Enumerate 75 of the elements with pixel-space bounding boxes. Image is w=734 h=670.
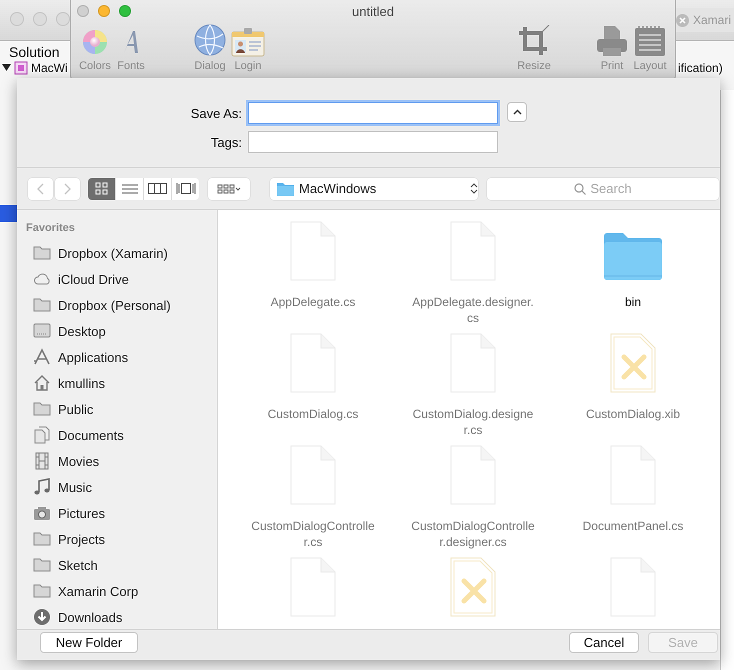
id-card-icon: [231, 27, 265, 57]
grid-view-icon: [95, 182, 108, 195]
folder-icon: [33, 582, 51, 600]
view-mode-button[interactable]: [172, 178, 199, 200]
window-control-icon[interactable]: [10, 12, 24, 26]
view-mode-button[interactable]: [116, 178, 143, 200]
sidebar-item[interactable]: Music: [17, 474, 217, 500]
save-as-label: Save As:: [190, 106, 242, 120]
arrange-button[interactable]: [208, 178, 250, 200]
folder-icon: [33, 556, 51, 574]
save-as-field[interactable]: [248, 102, 498, 124]
project-icon: [14, 61, 28, 75]
camera-icon: [33, 504, 51, 522]
sidebar-item[interactable]: Xamarin Corp: [17, 578, 217, 604]
sidebar-item[interactable]: Dropbox (Personal): [17, 292, 217, 318]
new-folder-button[interactable]: New Folder: [40, 632, 138, 653]
sidebar-item[interactable]: Documents: [17, 422, 217, 448]
download-icon: [33, 608, 51, 626]
window-control-icon[interactable]: [33, 12, 47, 26]
cancel-button[interactable]: Cancel: [569, 632, 639, 653]
globe-icon: [193, 23, 227, 57]
folder-icon: [33, 530, 51, 548]
folder-icon: [33, 400, 51, 418]
cover-flow-icon: [176, 182, 196, 195]
view-mode-button[interactable]: [144, 178, 171, 200]
disclosure-triangle-icon[interactable]: [2, 64, 11, 72]
printer-icon: [595, 25, 629, 57]
back-button[interactable]: [28, 178, 53, 200]
chevron-left-icon: [37, 182, 44, 194]
sidebar-item[interactable]: iCloud Drive: [17, 266, 217, 292]
selected-row[interactable]: [0, 205, 17, 222]
desktop-icon: [33, 322, 51, 340]
view-mode-button[interactable]: [88, 178, 115, 200]
folder-icon: [33, 296, 51, 314]
sidebar-item[interactable]: Applications: [17, 344, 217, 370]
tags-field[interactable]: [248, 131, 498, 153]
applications-icon: [33, 348, 51, 366]
sidebar-item[interactable]: Public: [17, 396, 217, 422]
folder-icon: [603, 231, 663, 281]
sidebar-item[interactable]: Downloads: [17, 604, 217, 629]
solution-title: Solution: [9, 44, 60, 60]
project-name[interactable]: MacWi: [31, 61, 68, 75]
documents-icon: [33, 426, 51, 444]
folder-icon: [277, 182, 294, 196]
forward-button[interactable]: [55, 178, 80, 200]
window-control-icon[interactable]: [56, 12, 70, 26]
notepad-icon: [633, 25, 667, 57]
arrange-icon: [217, 184, 241, 194]
tags-label: Tags:: [210, 134, 242, 150]
sidebar-item[interactable]: kmullins: [17, 370, 217, 396]
music-note-icon: [33, 478, 51, 496]
sidebar-item[interactable]: Sketch: [17, 552, 217, 578]
sidebar-heading: Favorites: [25, 221, 76, 236]
sidebar-item[interactable]: Projects: [17, 526, 217, 552]
chevron-up-icon: [512, 109, 522, 115]
chevron-right-icon: [64, 182, 71, 194]
interface-file-icon: [610, 333, 656, 393]
folder-icon: [33, 244, 51, 262]
location-popup[interactable]: MacWindows: [270, 178, 478, 200]
sidebar-item[interactable]: Pictures: [17, 500, 217, 526]
list-view-icon: [122, 182, 138, 194]
search-icon: [574, 182, 586, 194]
window-title: untitled: [352, 4, 394, 18]
sidebar-item[interactable]: Desktop: [17, 318, 217, 344]
file-name[interactable]: bin: [571, 294, 695, 310]
column-view-icon: [148, 182, 167, 195]
house-icon: [33, 374, 51, 392]
editor-text: ification): [678, 61, 723, 75]
crop-icon: [517, 25, 551, 57]
collapse-button[interactable]: [507, 102, 527, 122]
sidebar-item[interactable]: Dropbox (Xamarin): [17, 240, 217, 266]
film-icon: [33, 452, 51, 470]
color-wheel-icon: [80, 27, 110, 57]
up-down-arrows-icon: [470, 182, 478, 195]
sidebar-item[interactable]: Movies: [17, 448, 217, 474]
